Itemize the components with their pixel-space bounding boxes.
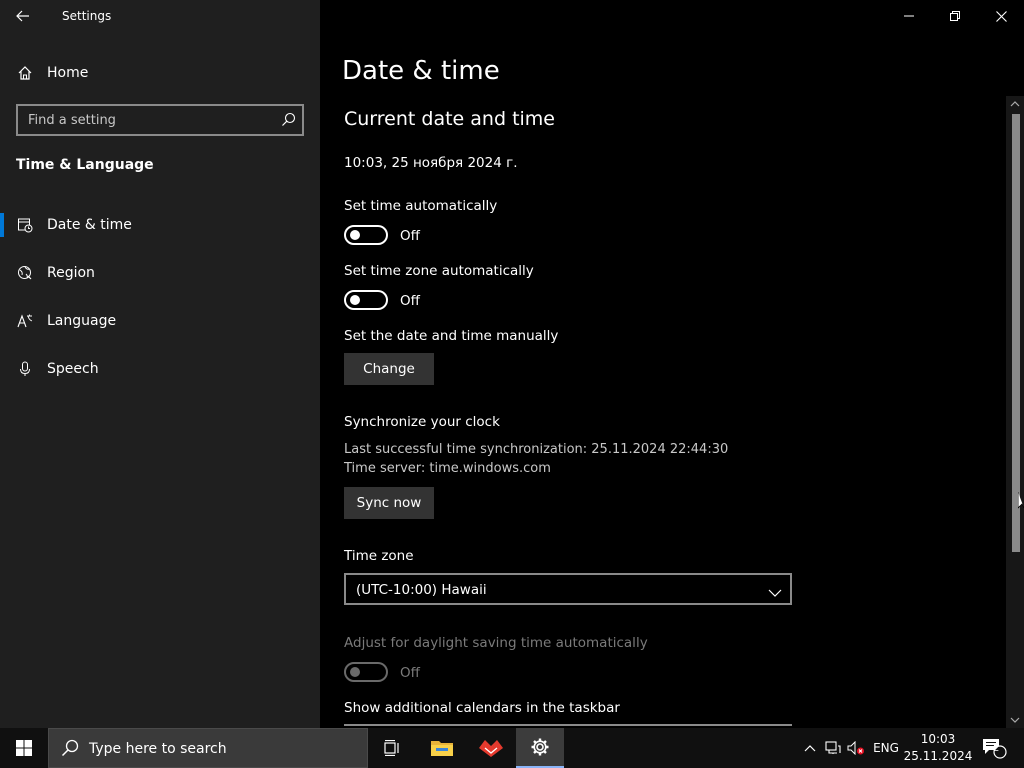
tray-overflow-button[interactable] — [800, 728, 820, 768]
back-button[interactable] — [8, 4, 38, 28]
chevron-down-icon — [768, 583, 782, 602]
clock-time: 10:03 — [920, 732, 956, 746]
current-datetime: 10:03, 25 ноября 2024 г. — [344, 155, 518, 171]
sidebar-item-label: Language — [47, 313, 117, 329]
dst-toggle[interactable] — [344, 662, 388, 682]
date-time-icon — [17, 217, 33, 237]
start-button[interactable] — [0, 728, 48, 768]
sync-title: Synchronize your clock — [344, 414, 500, 430]
set-time-auto-state: Off — [400, 228, 420, 244]
volume-button[interactable] — [846, 728, 866, 768]
mouse-cursor-icon — [1018, 492, 1024, 509]
toggle-knob — [350, 295, 360, 305]
change-button[interactable]: Change — [344, 353, 434, 385]
dst-label: Adjust for daylight saving time automati… — [344, 635, 648, 651]
set-time-auto-label: Set time automatically — [344, 198, 498, 214]
sidebar-item-date-time[interactable]: Date & time — [0, 207, 320, 243]
taskbar-clock[interactable]: 10:03 25.11.2024 — [903, 731, 973, 765]
taskbar-search-placeholder: Type here to search — [89, 741, 227, 757]
chevron-up-icon — [1010, 101, 1020, 107]
microphone-icon — [17, 361, 33, 381]
language-indicator[interactable]: ENG — [870, 728, 902, 768]
taskbar-search-box[interactable]: Type here to search — [48, 728, 368, 768]
toggle-knob — [350, 667, 360, 677]
set-timezone-auto-label: Set time zone automatically — [344, 263, 534, 279]
sidebar-item-label: Date & time — [47, 217, 132, 233]
sync-time-server: Time server: time.windows.com — [344, 461, 551, 476]
set-time-auto-toggle[interactable] — [344, 225, 388, 245]
section-heading: Current date and time — [344, 108, 555, 130]
dst-state: Off — [400, 665, 420, 681]
timezone-label: Time zone — [344, 548, 414, 564]
volume-muted-icon — [847, 741, 864, 755]
network-icon — [825, 741, 841, 754]
clock-date: 25.11.2024 — [903, 749, 973, 763]
page-title: Date & time — [342, 56, 500, 86]
manual-datetime-label: Set the date and time manually — [344, 328, 559, 344]
search-icon — [61, 739, 79, 761]
sidebar-item-language[interactable]: Language — [0, 303, 320, 339]
set-timezone-auto-state: Off — [400, 293, 420, 309]
back-arrow-icon — [16, 10, 29, 22]
sidebar-item-label: Speech — [47, 361, 99, 377]
title-bar: Settings — [0, 0, 320, 32]
app-button[interactable] — [467, 728, 515, 768]
home-icon — [17, 65, 33, 85]
set-timezone-auto-toggle[interactable] — [344, 290, 388, 310]
action-center-button[interactable]: 2 — [978, 728, 1010, 768]
task-view-button[interactable] — [368, 728, 416, 768]
sidebar-item-label: Region — [47, 265, 95, 281]
scrollbar[interactable] — [1006, 96, 1024, 728]
sidebar: Settings Home Time & Language Date & tim… — [0, 0, 320, 728]
timezone-dropdown[interactable]: (UTC-10:00) Hawaii — [344, 573, 792, 605]
additional-calendars-label: Show additional calendars in the taskbar — [344, 700, 620, 716]
settings-search — [16, 104, 304, 136]
search-icon[interactable] — [281, 112, 296, 131]
sidebar-section-title: Time & Language — [16, 157, 154, 173]
sync-last-time: Last successful time synchronization: 25… — [344, 442, 729, 457]
toggle-knob — [350, 230, 360, 240]
main-content: Date & time Current date and time 10:03,… — [320, 0, 1024, 728]
scroll-down-button[interactable] — [1006, 712, 1024, 728]
app-icon — [479, 740, 503, 757]
folder-icon — [431, 741, 453, 756]
network-button[interactable] — [823, 728, 843, 768]
timezone-value: (UTC-10:00) Hawaii — [356, 582, 487, 598]
settings-search-input[interactable] — [18, 106, 268, 134]
sidebar-item-speech[interactable]: Speech — [0, 351, 320, 387]
chevron-down-icon — [1010, 717, 1020, 723]
windows-logo-icon — [16, 740, 32, 756]
task-view-icon — [384, 740, 399, 756]
chevron-up-icon — [804, 745, 816, 752]
app-title: Settings — [62, 9, 112, 23]
language-icon — [17, 313, 33, 333]
globe-icon — [17, 265, 33, 285]
notification-count: 2 — [993, 743, 1000, 754]
sync-now-button[interactable]: Sync now — [344, 487, 434, 519]
gear-icon — [531, 738, 549, 756]
nav-home[interactable]: Home — [0, 58, 320, 88]
nav-home-label: Home — [47, 65, 89, 81]
taskbar: Type here to search ENG 10:03 25.11.2024… — [0, 728, 1024, 768]
scroll-up-button[interactable] — [1006, 96, 1024, 112]
sidebar-item-region[interactable]: Region — [0, 255, 320, 291]
scroll-thumb[interactable] — [1012, 114, 1020, 552]
file-explorer-button[interactable] — [418, 728, 466, 768]
settings-app-button[interactable] — [516, 728, 564, 768]
